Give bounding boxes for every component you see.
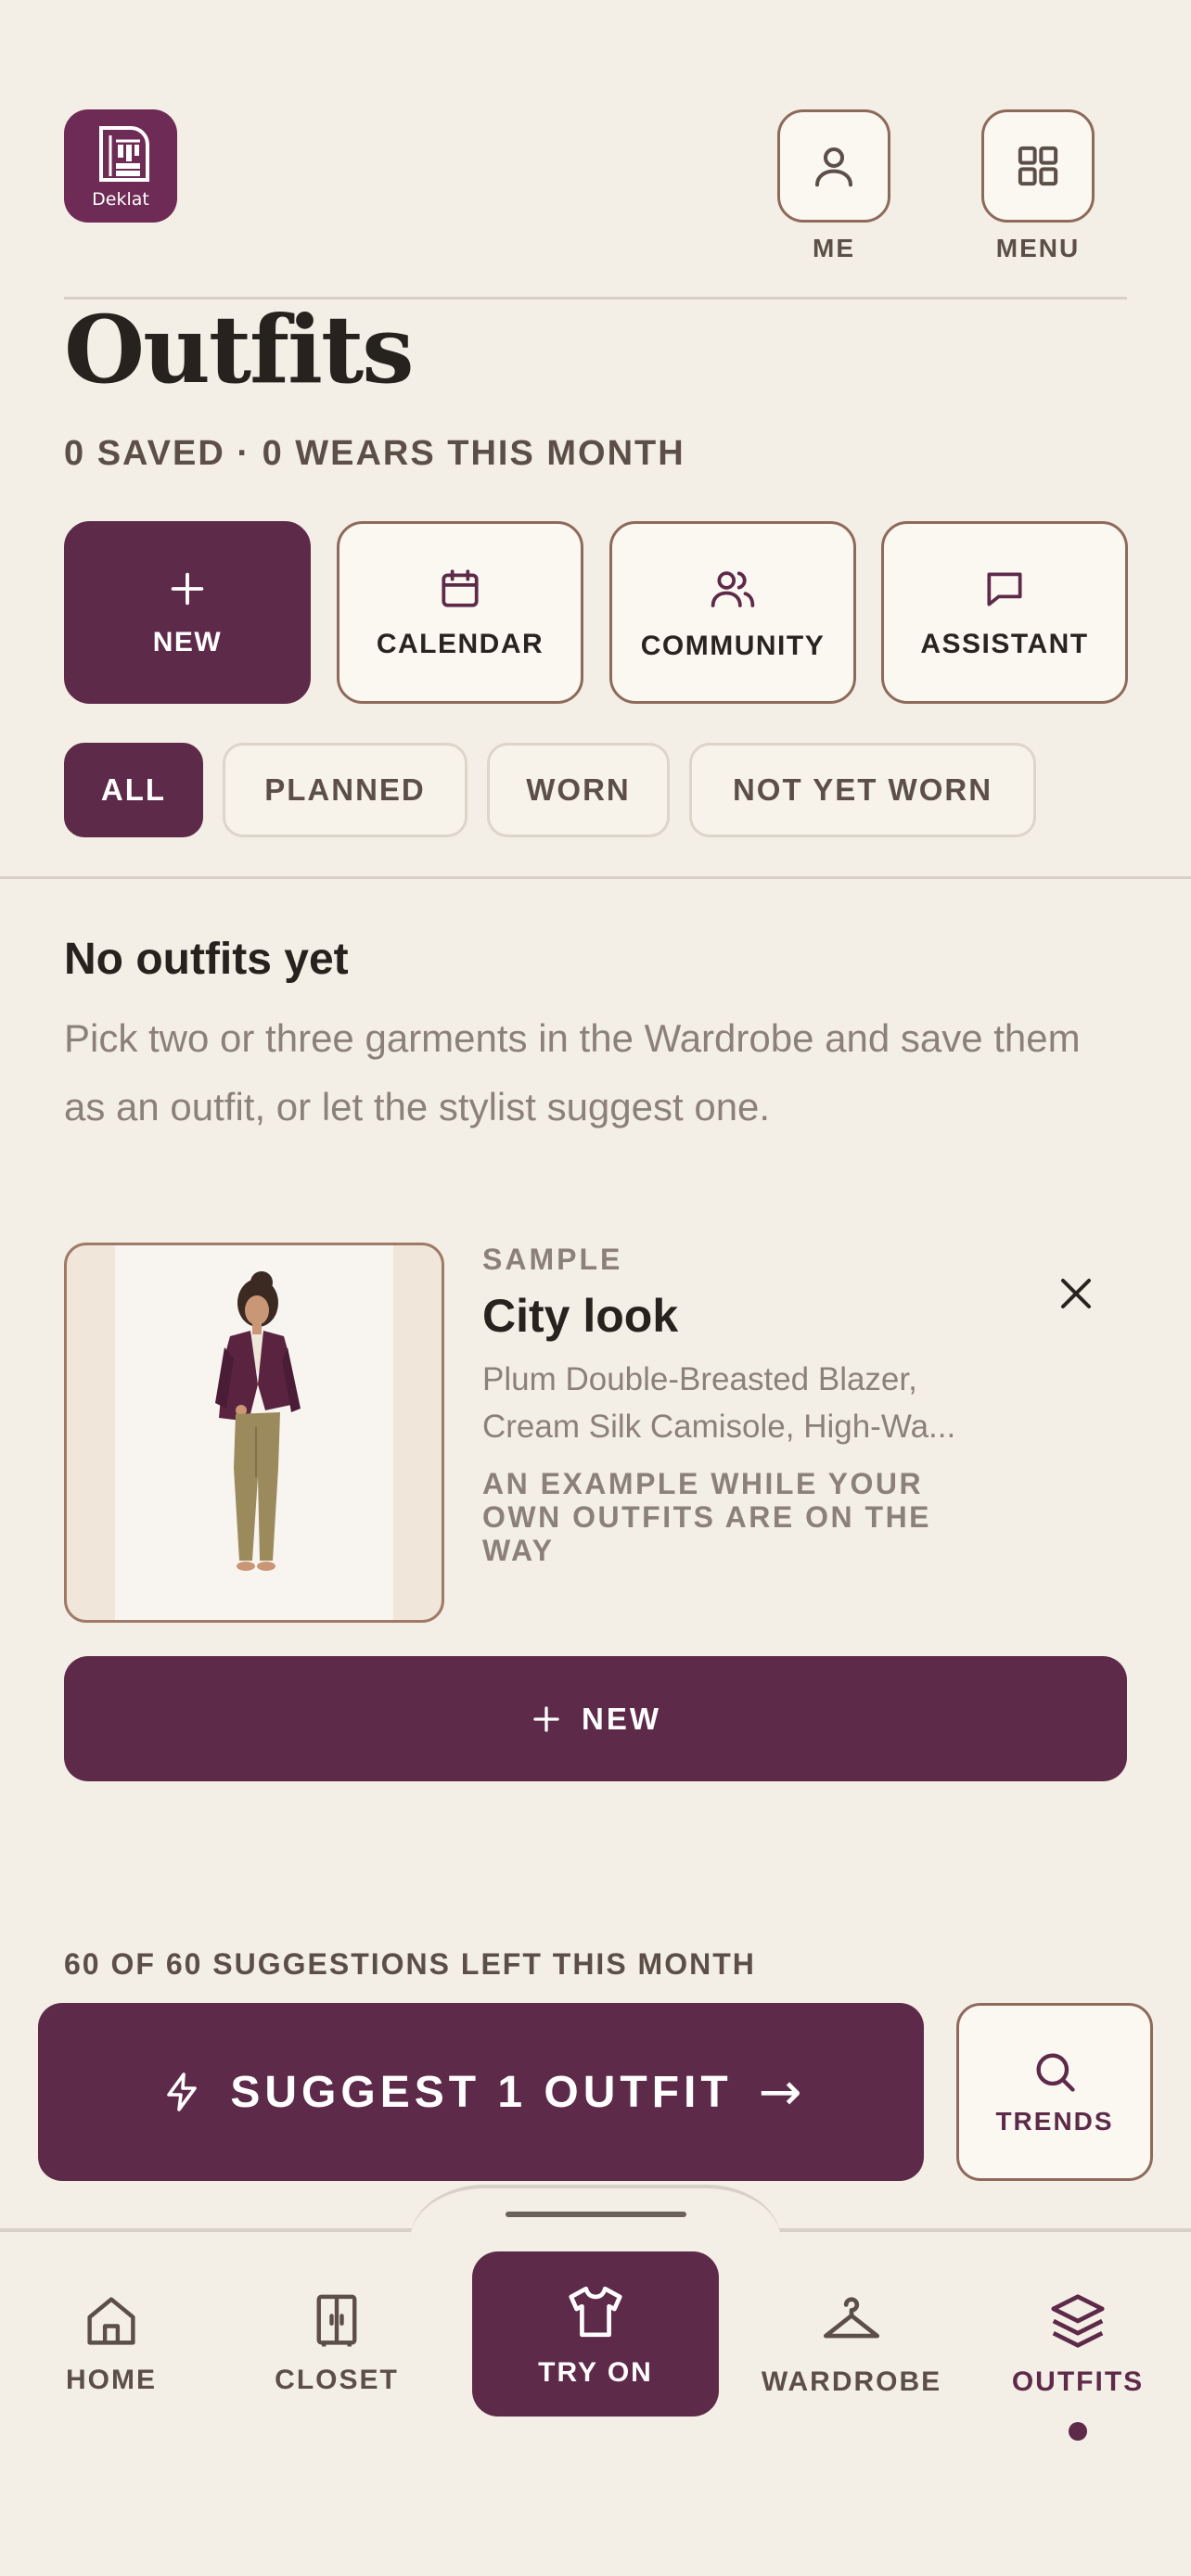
plus-icon (171, 572, 204, 605)
tab-outfits[interactable]: OUTFITS (976, 2274, 1180, 2413)
logo-text: Deklat (92, 189, 149, 210)
filter-not-yet-worn[interactable]: NOT YET WORN (689, 743, 1036, 837)
assistant-tile[interactable]: ASSISTANT (881, 521, 1128, 704)
empty-state-title: No outfits yet (64, 935, 349, 984)
menu-button[interactable] (981, 109, 1095, 223)
tab-wardrobe[interactable]: WARDROBE (749, 2274, 954, 2413)
closet-icon (316, 2294, 357, 2347)
calendar-label: CALENDAR (376, 628, 544, 659)
tab-closet[interactable]: CLOSET (235, 2274, 439, 2413)
filter-all[interactable]: ALL (64, 743, 203, 837)
close-icon (1061, 1279, 1091, 1308)
profile-label: ME (813, 234, 855, 262)
dismiss-sample-button[interactable] (1054, 1271, 1098, 1316)
search-icon (1036, 2053, 1075, 2092)
arrow-right-icon: → (758, 2061, 802, 2123)
assistant-label: ASSISTANT (920, 628, 1089, 659)
wardrobe-logo-icon (99, 126, 149, 182)
new-outfit-button-label: NEW (582, 1701, 661, 1736)
new-outfit-button[interactable]: NEW (64, 1656, 1127, 1781)
empty-state-body: Pick two or three garments in the Wardro… (64, 1016, 1081, 1129)
page-subtitle: 0 SAVED · 0 WEARS THIS MONTH (64, 434, 685, 473)
tab-home[interactable]: HOME (9, 2274, 213, 2413)
community-label: COMMUNITY (640, 630, 826, 661)
tab-closet-label: CLOSET (275, 2365, 399, 2395)
menu-label: MENU (995, 234, 1081, 262)
users-icon (711, 570, 755, 607)
sample-items: Plum Double-Breasted Blazer, Cream Silk … (482, 1361, 956, 1445)
home-icon (87, 2297, 135, 2345)
calendar-tile[interactable]: CALENDAR (337, 521, 583, 704)
tab-wardrobe-label: WARDROBE (761, 2366, 942, 2397)
filter-worn[interactable]: WORN (487, 743, 670, 837)
filter-planned[interactable]: PLANNED (223, 743, 467, 837)
tab-outfits-label: OUTFITS (1011, 2366, 1145, 2397)
user-icon (814, 147, 853, 187)
page-title: Outfits (64, 295, 415, 404)
tab-try-on-label: TRY ON (538, 2357, 653, 2388)
grid-icon (1018, 146, 1058, 186)
sample-outfit-image[interactable] (64, 1243, 444, 1623)
profile-button[interactable] (777, 109, 890, 223)
model-figure-illustration (215, 1271, 301, 1571)
hanger-icon (823, 2297, 880, 2339)
lightning-icon (167, 2072, 198, 2111)
active-tab-indicator (1069, 2422, 1087, 2441)
plus-icon (533, 1705, 559, 1732)
app-logo[interactable]: Deklat (64, 109, 177, 223)
new-outfit-tile[interactable]: NEW (64, 521, 311, 704)
tab-home-label: HOME (66, 2365, 157, 2395)
trends-label: TRENDS (995, 2107, 1114, 2136)
sample-title: City look (482, 1290, 679, 1342)
drag-handle[interactable] (506, 2212, 686, 2217)
chat-icon (987, 572, 1022, 606)
community-tile[interactable]: COMMUNITY (609, 521, 856, 704)
calendar-icon (442, 568, 479, 607)
suggest-outfit-label: SUGGEST 1 OUTFIT (230, 2067, 733, 2117)
layers-icon (1051, 2294, 1105, 2348)
tab-try-on[interactable]: TRY ON (472, 2251, 719, 2417)
suggest-outfit-button[interactable]: SUGGEST 1 OUTFIT → (38, 2003, 924, 2181)
filter-divider (0, 876, 1191, 879)
trends-button[interactable]: TRENDS (956, 2003, 1153, 2181)
shirt-icon (569, 2286, 622, 2338)
sample-note: AN EXAMPLE WHILE YOUR OWN OUTFITS ARE ON… (482, 1467, 932, 1567)
new-outfit-label: NEW (152, 626, 223, 657)
sample-kicker: SAMPLE (482, 1243, 623, 1276)
suggestion-quota: 60 OF 60 SUGGESTIONS LEFT THIS MONTH (64, 1947, 756, 1981)
